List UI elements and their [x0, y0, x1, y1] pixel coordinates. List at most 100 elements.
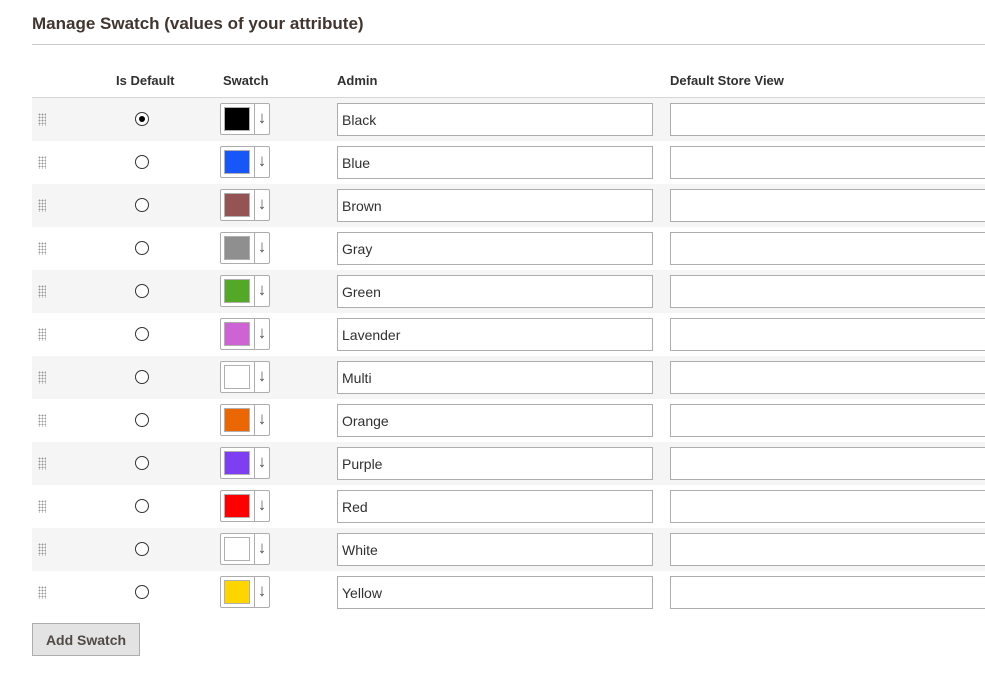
admin-value-input[interactable] — [337, 103, 653, 136]
swatch-color — [224, 365, 250, 389]
swatch-color — [224, 107, 250, 131]
swatch-table: Is Default Swatch Admin Default Store Vi… — [32, 63, 985, 614]
swatch-picker[interactable]: ↓ — [220, 103, 270, 135]
header-default-store-view: Default Store View — [670, 73, 784, 88]
store-view-value-input[interactable] — [670, 533, 985, 566]
swatch-picker[interactable]: ↓ — [220, 232, 270, 264]
table-body: ↓ ↓ ↓ ↓ ↓ ↓ ↓ ↓ ↓ ↓ ↓ ↓ — [32, 98, 985, 614]
admin-value-input[interactable] — [337, 232, 653, 265]
table-header: Is Default Swatch Admin Default Store Vi… — [32, 63, 985, 98]
down-arrow-icon[interactable]: ↓ — [255, 279, 269, 301]
table-row: ↓ — [32, 442, 985, 485]
drag-handle-icon[interactable] — [38, 285, 46, 298]
table-row: ↓ — [32, 528, 985, 571]
down-arrow-icon[interactable]: ↓ — [255, 236, 269, 258]
table-row: ↓ — [32, 571, 985, 614]
swatch-color — [224, 322, 250, 346]
is-default-radio[interactable] — [135, 198, 149, 212]
table-row: ↓ — [32, 313, 985, 356]
swatch-picker[interactable]: ↓ — [220, 361, 270, 393]
table-row: ↓ — [32, 356, 985, 399]
is-default-radio[interactable] — [135, 284, 149, 298]
down-arrow-icon[interactable]: ↓ — [255, 451, 269, 473]
down-arrow-icon[interactable]: ↓ — [255, 365, 269, 387]
store-view-value-input[interactable] — [670, 189, 985, 222]
drag-handle-icon[interactable] — [38, 457, 46, 470]
table-row: ↓ — [32, 227, 985, 270]
store-view-value-input[interactable] — [670, 103, 985, 136]
down-arrow-icon[interactable]: ↓ — [255, 322, 269, 344]
admin-value-input[interactable] — [337, 318, 653, 351]
down-arrow-icon[interactable]: ↓ — [255, 494, 269, 516]
admin-value-input[interactable] — [337, 576, 653, 609]
header-swatch: Swatch — [223, 73, 269, 88]
swatch-color — [224, 580, 250, 604]
table-row: ↓ — [32, 141, 985, 184]
admin-value-input[interactable] — [337, 189, 653, 222]
drag-handle-icon[interactable] — [38, 156, 46, 169]
down-arrow-icon[interactable]: ↓ — [255, 193, 269, 215]
table-row: ↓ — [32, 399, 985, 442]
swatch-color — [224, 408, 250, 432]
store-view-value-input[interactable] — [670, 275, 985, 308]
drag-handle-icon[interactable] — [38, 586, 46, 599]
swatch-picker[interactable]: ↓ — [220, 318, 270, 350]
admin-value-input[interactable] — [337, 490, 653, 523]
swatch-picker[interactable]: ↓ — [220, 490, 270, 522]
store-view-value-input[interactable] — [670, 361, 985, 394]
store-view-value-input[interactable] — [670, 447, 985, 480]
drag-handle-icon[interactable] — [38, 113, 46, 126]
drag-handle-icon[interactable] — [38, 414, 46, 427]
add-swatch-button[interactable]: Add Swatch — [32, 623, 140, 656]
drag-handle-icon[interactable] — [38, 328, 46, 341]
admin-value-input[interactable] — [337, 275, 653, 308]
drag-handle-icon[interactable] — [38, 199, 46, 212]
is-default-radio[interactable] — [135, 370, 149, 384]
drag-handle-icon[interactable] — [38, 242, 46, 255]
drag-handle-icon[interactable] — [38, 371, 46, 384]
swatch-color — [224, 494, 250, 518]
is-default-radio[interactable] — [135, 155, 149, 169]
is-default-radio[interactable] — [135, 112, 149, 126]
swatch-color — [224, 193, 250, 217]
swatch-picker[interactable]: ↓ — [220, 275, 270, 307]
store-view-value-input[interactable] — [670, 404, 985, 437]
swatch-color — [224, 236, 250, 260]
table-row: ↓ — [32, 98, 985, 141]
admin-value-input[interactable] — [337, 404, 653, 437]
swatch-picker[interactable]: ↓ — [220, 447, 270, 479]
is-default-radio[interactable] — [135, 499, 149, 513]
table-row: ↓ — [32, 485, 985, 528]
is-default-radio[interactable] — [135, 327, 149, 341]
store-view-value-input[interactable] — [670, 576, 985, 609]
down-arrow-icon[interactable]: ↓ — [255, 537, 269, 559]
down-arrow-icon[interactable]: ↓ — [255, 408, 269, 430]
down-arrow-icon[interactable]: ↓ — [255, 580, 269, 602]
admin-value-input[interactable] — [337, 447, 653, 480]
store-view-value-input[interactable] — [670, 490, 985, 523]
is-default-radio[interactable] — [135, 456, 149, 470]
admin-value-input[interactable] — [337, 146, 653, 179]
swatch-color — [224, 451, 250, 475]
store-view-value-input[interactable] — [670, 232, 985, 265]
swatch-picker[interactable]: ↓ — [220, 533, 270, 565]
swatch-picker[interactable]: ↓ — [220, 404, 270, 436]
is-default-radio[interactable] — [135, 542, 149, 556]
header-admin: Admin — [337, 73, 378, 88]
is-default-radio[interactable] — [135, 585, 149, 599]
drag-handle-icon[interactable] — [38, 500, 46, 513]
is-default-radio[interactable] — [135, 241, 149, 255]
header-is-default: Is Default — [116, 73, 175, 88]
down-arrow-icon[interactable]: ↓ — [255, 150, 269, 172]
down-arrow-icon[interactable]: ↓ — [255, 107, 269, 129]
swatch-picker[interactable]: ↓ — [220, 189, 270, 221]
admin-value-input[interactable] — [337, 533, 653, 566]
admin-value-input[interactable] — [337, 361, 653, 394]
swatch-picker[interactable]: ↓ — [220, 146, 270, 178]
store-view-value-input[interactable] — [670, 146, 985, 179]
swatch-picker[interactable]: ↓ — [220, 576, 270, 608]
is-default-radio[interactable] — [135, 413, 149, 427]
section-title: Manage Swatch (values of your attribute) — [32, 12, 985, 45]
store-view-value-input[interactable] — [670, 318, 985, 351]
drag-handle-icon[interactable] — [38, 543, 46, 556]
